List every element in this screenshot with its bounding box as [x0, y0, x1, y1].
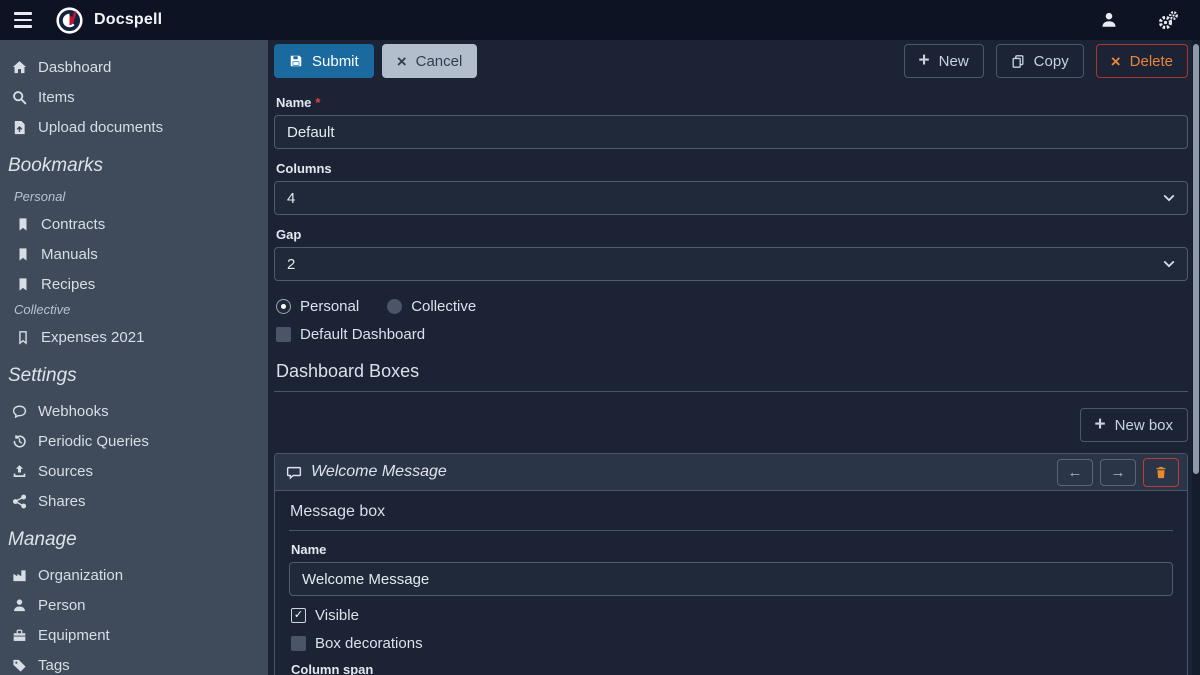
box-decorations-row: Box decorations — [291, 630, 1171, 656]
personal-radio-label: Personal — [300, 298, 359, 315]
history-icon — [12, 434, 27, 449]
bookmarks-personal-label: Personal — [0, 186, 268, 209]
columns-label: Columns — [276, 161, 1188, 176]
default-dashboard-label: Default Dashboard — [300, 326, 425, 343]
default-dashboard-row: Default Dashboard — [276, 321, 1186, 347]
chevron-down-icon — [1163, 192, 1175, 204]
manage-heading: Manage — [0, 516, 268, 560]
settings-heading: Settings — [0, 352, 268, 396]
search-icon — [12, 90, 27, 105]
form-toolbar: Submit × Cancel + New Copy × Delete — [274, 44, 1188, 78]
bookmark-icon — [16, 277, 30, 292]
equipment-icon — [12, 628, 27, 643]
sidebar-item-upload-documents[interactable]: Upload documents — [0, 112, 268, 142]
box-name-input[interactable] — [289, 562, 1173, 596]
organization-icon — [12, 568, 27, 583]
sidebar-bookmark-manuals[interactable]: Manuals — [0, 239, 268, 269]
user-account-icon[interactable] — [1100, 11, 1118, 29]
bookmarks-heading: Bookmarks — [0, 142, 268, 186]
topbar: Docspell — [0, 0, 1200, 40]
new-button[interactable]: + New — [904, 44, 984, 78]
plus-icon: + — [919, 51, 930, 70]
sidebar-item-equipment[interactable]: Equipment — [0, 620, 268, 650]
save-icon — [289, 54, 303, 68]
sidebar-bookmark-expenses-2021[interactable]: Expenses 2021 — [0, 322, 268, 352]
column-span-label: Column span — [291, 662, 1173, 675]
columns-select[interactable]: 4 — [274, 181, 1188, 215]
sidebar-item-items[interactable]: Items — [0, 82, 268, 112]
upload-icon — [12, 464, 27, 479]
check-icon: ✓ — [294, 610, 303, 621]
required-asterisk: * — [315, 95, 320, 110]
sidebar-item-organization[interactable]: Organization — [0, 560, 268, 590]
name-label: Name* — [276, 95, 1188, 110]
tag-icon — [12, 658, 27, 673]
delete-box-button[interactable] — [1143, 458, 1179, 487]
plus-icon: + — [1095, 415, 1106, 434]
sidebar-item-tags[interactable]: Tags — [0, 650, 268, 675]
box-header: Welcome Message ← → — [275, 454, 1187, 491]
sidebar-item-dashboard[interactable]: Dasbhoard — [0, 52, 268, 82]
app-title: Docspell — [94, 11, 162, 29]
gap-label: Gap — [276, 227, 1188, 242]
collective-radio-label: Collective — [411, 298, 476, 315]
visible-checkbox[interactable]: ✓ — [291, 608, 306, 623]
person-icon — [12, 598, 27, 613]
dashboard-box-welcome-message: Welcome Message ← → Message box Name ✓ V… — [274, 453, 1188, 675]
scrollbar-thumb[interactable] — [1193, 44, 1199, 474]
sidebar-item-shares[interactable]: Shares — [0, 486, 268, 516]
message-icon — [286, 465, 302, 480]
bookmark-icon — [16, 247, 30, 262]
dashboard-boxes-heading: Dashboard Boxes — [274, 347, 1188, 392]
file-upload-icon — [12, 120, 27, 135]
settings-gears-icon[interactable] — [1158, 11, 1178, 30]
arrow-right-icon: → — [1111, 464, 1126, 481]
box-name-label: Name — [291, 542, 1173, 557]
sidebar-item-sources[interactable]: Sources — [0, 456, 268, 486]
new-box-button[interactable]: + New box — [1080, 408, 1188, 442]
sidebar-item-person[interactable]: Person — [0, 590, 268, 620]
cancel-button[interactable]: × Cancel — [382, 44, 478, 78]
name-input[interactable] — [274, 115, 1188, 149]
collective-radio[interactable] — [387, 299, 402, 314]
chevron-down-icon — [1163, 258, 1175, 270]
box-type-label: Message box — [289, 498, 1173, 531]
bookmarks-collective-label: Collective — [0, 299, 268, 322]
visible-label: Visible — [315, 607, 359, 624]
submit-button[interactable]: Submit — [274, 44, 374, 78]
x-icon: × — [397, 53, 407, 70]
sidebar-bookmark-contracts[interactable]: Contracts — [0, 209, 268, 239]
box-title: Welcome Message — [311, 463, 447, 481]
move-box-right-button[interactable]: → — [1100, 459, 1136, 486]
docspell-logo-icon — [56, 7, 83, 34]
personal-radio[interactable] — [276, 299, 291, 314]
box-body: Message box Name ✓ Visible Box decoratio… — [275, 491, 1187, 675]
default-dashboard-checkbox[interactable] — [276, 327, 291, 342]
move-box-left-button[interactable]: ← — [1057, 459, 1093, 486]
home-icon — [12, 60, 27, 75]
delete-button[interactable]: × Delete — [1096, 44, 1188, 78]
sidebar: Dasbhoard Items Upload documents Bookmar… — [0, 40, 268, 675]
x-icon: × — [1111, 53, 1121, 70]
visible-row: ✓ Visible — [291, 602, 1171, 628]
bookmark-icon — [16, 217, 30, 232]
scope-radio-row: Personal Collective — [276, 293, 1186, 319]
sidebar-bookmark-recipes[interactable]: Recipes — [0, 269, 268, 299]
arrow-left-icon: ← — [1068, 464, 1083, 481]
sidebar-item-periodic-queries[interactable]: Periodic Queries — [0, 426, 268, 456]
trash-icon — [1154, 465, 1168, 480]
share-icon — [12, 494, 27, 509]
copy-icon — [1011, 54, 1025, 69]
gap-select[interactable]: 2 — [274, 247, 1188, 281]
bookmark-outline-icon — [16, 330, 30, 345]
box-decorations-label: Box decorations — [315, 635, 423, 652]
box-decorations-checkbox[interactable] — [291, 636, 306, 651]
dashboard-edit-form: Submit × Cancel + New Copy × Delete — [268, 40, 1200, 675]
copy-button[interactable]: Copy — [996, 44, 1084, 78]
sidebar-item-webhooks[interactable]: Webhooks — [0, 396, 268, 426]
hamburger-menu-icon[interactable] — [12, 8, 34, 32]
comment-icon — [12, 404, 27, 419]
